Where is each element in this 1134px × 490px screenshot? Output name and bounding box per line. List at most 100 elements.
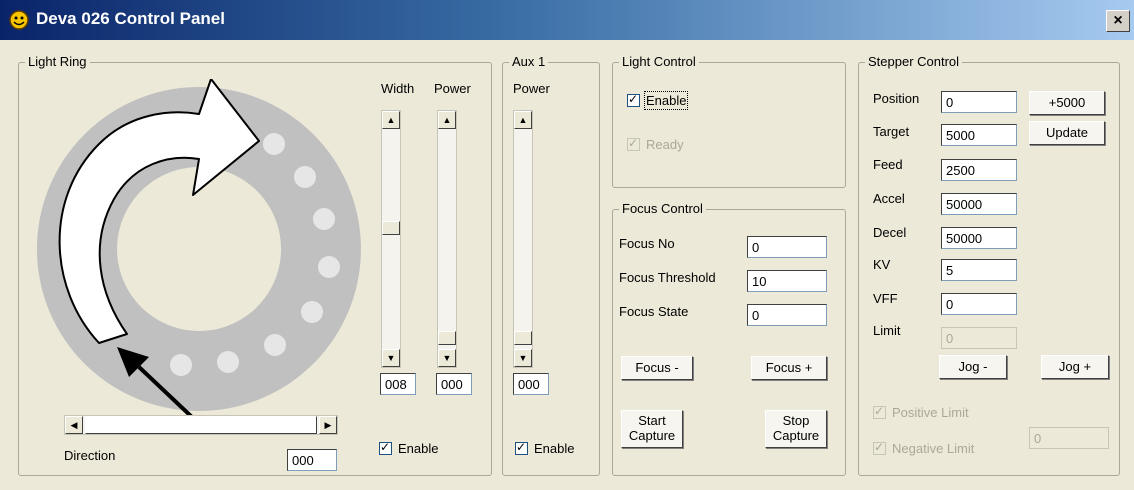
aux1-legend: Aux 1 [509, 54, 549, 69]
led-dot [294, 166, 316, 188]
aux1-power-value-field[interactable]: 000 [513, 373, 549, 395]
direction-label: Direction [64, 448, 116, 463]
jog-minus-button[interactable]: Jog - [939, 355, 1007, 379]
focus-minus-button[interactable]: Focus - [621, 356, 693, 380]
plus5000-button[interactable]: +5000 [1029, 91, 1105, 115]
negative-limit-label: Negative Limit [892, 441, 975, 456]
scroll-down-arrow-icon[interactable]: ▼ [438, 349, 456, 367]
decel-label: Decel [873, 225, 907, 240]
width-scrollbar[interactable]: ▲ ▼ [381, 110, 401, 368]
checkbox-checked-icon [873, 440, 886, 455]
app-smiley-icon [9, 10, 29, 30]
aux1-power-scrollbar[interactable]: ▲ ▼ [513, 110, 533, 368]
aux1-power-label: Power [513, 81, 550, 96]
kv-label: KV [873, 257, 891, 272]
led-dot [263, 133, 285, 155]
checkbox-checked-icon [873, 404, 886, 419]
led-dot [170, 354, 192, 376]
light-control-enable-checkbox[interactable]: Enable [627, 91, 689, 110]
focus-no-label: Focus No [619, 236, 675, 251]
limit-readout-field: 0 [1029, 427, 1109, 449]
checkbox-checked-icon [627, 92, 640, 107]
focus-control-group: Focus Control Focus No 0 Focus Threshold… [612, 201, 846, 476]
scroll-down-arrow-icon[interactable]: ▼ [382, 349, 400, 367]
start-capture-label-line1: Start [638, 413, 666, 428]
focus-state-field[interactable]: 0 [747, 304, 827, 326]
width-value-field[interactable]: 008 [380, 373, 416, 395]
light-ring-group: Light Ring Width Power ▲ ▼ ▲ ▼ 008 000 ◀… [18, 54, 492, 476]
checkbox-checked-icon [379, 440, 392, 455]
focus-control-legend: Focus Control [619, 201, 706, 216]
focus-state-label: Focus State [619, 304, 689, 319]
close-icon: × [1113, 12, 1123, 29]
accel-field[interactable]: 50000 [941, 193, 1017, 215]
checkbox-checked-icon [515, 440, 528, 455]
positive-limit-checkbox: Positive Limit [873, 404, 969, 420]
light-ring-legend: Light Ring [25, 54, 90, 69]
vff-label: VFF [873, 291, 898, 306]
width-label: Width [381, 81, 415, 96]
positive-limit-label: Positive Limit [892, 405, 969, 420]
limit-field: 0 [941, 327, 1017, 349]
position-label: Position [873, 91, 920, 106]
light-control-legend: Light Control [619, 54, 699, 69]
width-scroll-thumb[interactable] [382, 221, 400, 235]
scroll-up-arrow-icon[interactable]: ▲ [514, 111, 532, 129]
window-title: Deva 026 Control Panel [36, 9, 225, 28]
aux1-scroll-thumb[interactable] [514, 331, 532, 345]
target-field[interactable]: 5000 [941, 124, 1017, 146]
scroll-right-arrow-icon[interactable]: ▶ [319, 416, 337, 434]
power-value-field[interactable]: 000 [436, 373, 472, 395]
close-button[interactable]: × [1106, 10, 1130, 32]
led-dot [301, 301, 323, 323]
jog-plus-button[interactable]: Jog + [1041, 355, 1109, 379]
led-dot [313, 208, 335, 230]
accel-label: Accel [873, 191, 905, 206]
rotation-arrow-icon [58, 79, 260, 344]
focus-no-field[interactable]: 0 [747, 236, 827, 258]
ready-checkbox: Ready [627, 136, 684, 152]
light-control-group: Light Control Enable Ready [612, 54, 846, 188]
aux1-group: Aux 1 Power ▲ ▼ 000 Enable [502, 54, 600, 476]
power-scroll-thumb[interactable] [438, 331, 456, 345]
title-bar[interactable]: Deva 026 Control Panel × [0, 0, 1134, 40]
feed-label: Feed [873, 157, 903, 172]
feed-field[interactable]: 2500 [941, 159, 1017, 181]
direction-scroll-thumb[interactable] [85, 416, 317, 434]
led-dot [264, 334, 286, 356]
checkbox-checked-icon [627, 136, 640, 151]
scroll-down-arrow-icon[interactable]: ▼ [514, 349, 532, 367]
focus-threshold-label: Focus Threshold [619, 270, 716, 285]
scroll-up-arrow-icon[interactable]: ▲ [438, 111, 456, 129]
start-capture-label-line2: Capture [628, 428, 676, 443]
kv-field[interactable]: 5 [941, 259, 1017, 281]
control-panel-window: Deva 026 Control Panel × Light Ring Widt… [0, 0, 1134, 490]
aux1-enable-checkbox[interactable]: Enable [515, 440, 575, 456]
led-dot [217, 351, 239, 373]
stop-capture-label-line2: Capture [772, 428, 820, 443]
update-button[interactable]: Update [1029, 121, 1105, 145]
light-control-enable-label: Enable [643, 91, 689, 110]
focus-threshold-field[interactable]: 10 [747, 270, 827, 292]
aux1-enable-label: Enable [534, 441, 575, 456]
vff-field[interactable]: 0 [941, 293, 1017, 315]
direction-scrollbar[interactable]: ◀ ▶ [64, 415, 338, 435]
light-ring-enable-checkbox[interactable]: Enable [379, 440, 439, 456]
scroll-up-arrow-icon[interactable]: ▲ [382, 111, 400, 129]
position-field[interactable]: 0 [941, 91, 1017, 113]
stop-capture-button[interactable]: Stop Capture [765, 410, 827, 448]
power-label: Power [434, 81, 471, 96]
focus-plus-button[interactable]: Focus + [751, 356, 827, 380]
start-capture-button[interactable]: Start Capture [621, 410, 683, 448]
limit-label: Limit [873, 323, 901, 338]
stepper-control-group: Stepper Control Position 0 +5000 Target … [858, 54, 1120, 476]
decel-field[interactable]: 50000 [941, 227, 1017, 249]
stepper-control-legend: Stepper Control [865, 54, 963, 69]
stop-capture-label-line1: Stop [782, 413, 810, 428]
scroll-left-arrow-icon[interactable]: ◀ [65, 416, 83, 434]
ready-label: Ready [646, 137, 684, 152]
direction-value-field[interactable]: 000 [287, 449, 337, 471]
light-ring-diagram[interactable] [29, 79, 369, 419]
light-ring-enable-label: Enable [398, 441, 439, 456]
power-scrollbar[interactable]: ▲ ▼ [437, 110, 457, 368]
